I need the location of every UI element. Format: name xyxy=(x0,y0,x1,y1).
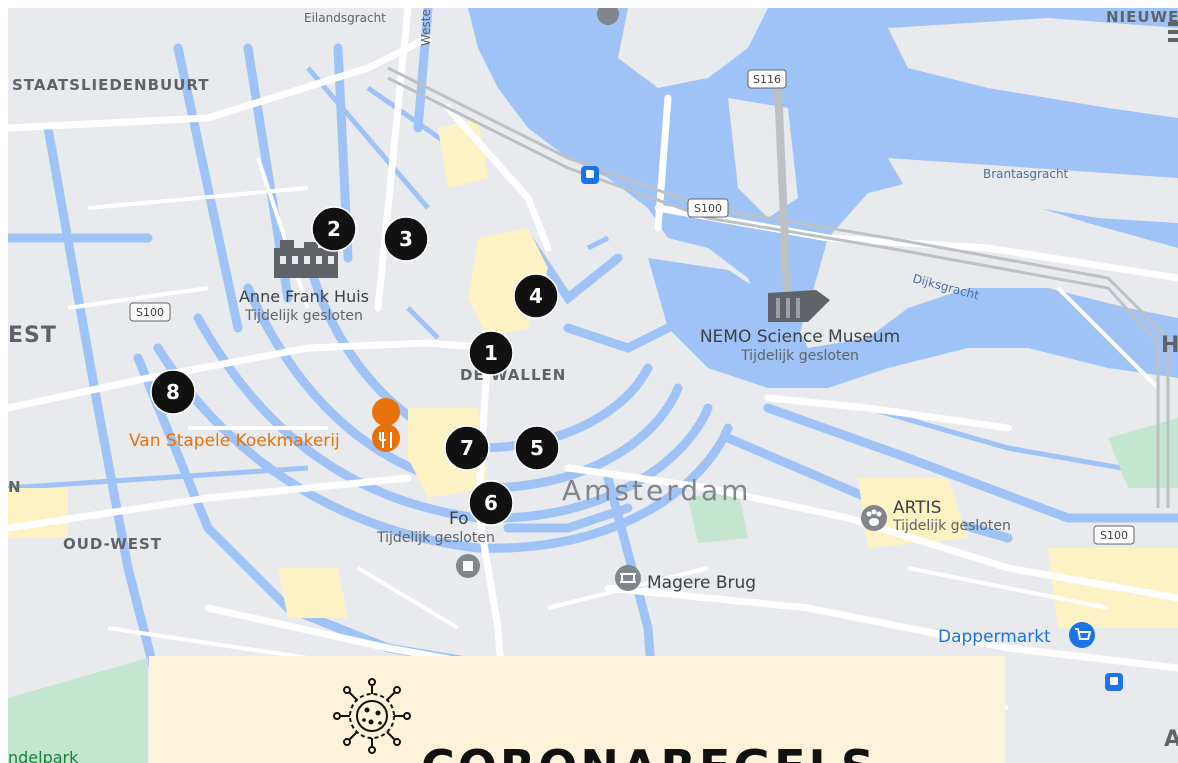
street-westerdok: Westerd xyxy=(419,8,433,46)
svg-text:1: 1 xyxy=(484,341,498,365)
district-a-edge: A xyxy=(1164,727,1178,752)
district-oud-west: OUD-WEST xyxy=(63,535,162,553)
vondelpark-label: ndelpark xyxy=(8,748,79,763)
marker-2[interactable]: 2 xyxy=(311,206,357,252)
artis-status: Tijdelijk gesloten xyxy=(892,518,1011,534)
district-h-edge: H xyxy=(1161,333,1178,358)
marker-3[interactable]: 3 xyxy=(383,216,429,262)
shopping-cart-icon xyxy=(1069,622,1095,648)
svg-text:4: 4 xyxy=(529,284,543,308)
svg-text:6: 6 xyxy=(484,491,498,515)
street-eilandsgracht: Eilandsgracht xyxy=(304,11,386,25)
marker-6[interactable]: 6 xyxy=(468,480,514,526)
svg-text:7: 7 xyxy=(460,436,474,460)
svg-text:S100: S100 xyxy=(136,306,164,319)
map-layers-icon[interactable] xyxy=(1168,22,1178,42)
district-n-edge: N xyxy=(8,478,22,496)
road-shield-s100-a: S100 xyxy=(687,198,729,218)
corona-rules-card: CORONAREGELS xyxy=(149,656,1005,763)
van-stapele-name: Van Stapele Koekmakerij xyxy=(129,431,340,451)
corona-rules-title: CORONAREGELS xyxy=(421,744,877,763)
foam-name: Fo xyxy=(449,509,469,529)
virus-icon xyxy=(333,678,411,754)
svg-text:S100: S100 xyxy=(1100,529,1128,542)
svg-text:2: 2 xyxy=(327,217,341,241)
road-shield-s100-b: S100 xyxy=(129,302,171,322)
marker-4[interactable]: 4 xyxy=(513,273,559,319)
marker-7[interactable]: 7 xyxy=(444,425,490,471)
dappermarkt-name: Dappermarkt xyxy=(938,627,1051,647)
marker-1[interactable]: 1 xyxy=(468,330,514,376)
foam-status: Tijdelijk gesloten xyxy=(376,530,495,546)
road-shield-s100-c: S100 xyxy=(1093,525,1135,545)
svg-text:S100: S100 xyxy=(694,202,722,215)
anne-frank-status: Tijdelijk gesloten xyxy=(244,308,363,324)
svg-text:5: 5 xyxy=(530,436,544,460)
svg-text:S116: S116 xyxy=(753,73,781,86)
road-shield-s116: S116 xyxy=(747,69,787,89)
city-name: Amsterdam xyxy=(562,474,751,507)
artis-name: ARTIS xyxy=(893,498,941,518)
train-station-icon[interactable] xyxy=(581,166,599,184)
district-nieuwe: NIEUWE xyxy=(1106,8,1178,26)
marker-8[interactable]: 8 xyxy=(150,369,196,415)
magere-brug-name: Magere Brug xyxy=(647,573,756,593)
map-view[interactable]: STAATSLIEDENBUURT EST OUD-WEST DE WALLEN… xyxy=(8,8,1178,763)
nemo-name: NEMO Science Museum xyxy=(700,327,900,347)
metro-station-icon[interactable] xyxy=(1105,673,1123,691)
street-brantasgracht: Brantasgracht xyxy=(983,167,1069,181)
district-staatsliedenbuurt: STAATSLIEDENBUURT xyxy=(12,76,210,94)
marker-5[interactable]: 5 xyxy=(514,425,560,471)
nemo-status: Tijdelijk gesloten xyxy=(740,348,859,364)
svg-text:3: 3 xyxy=(399,227,413,251)
district-west: EST xyxy=(8,323,57,348)
svg-text:8: 8 xyxy=(166,380,180,404)
bridge-pin-icon xyxy=(615,565,641,591)
anne-frank-name: Anne Frank Huis xyxy=(239,287,369,306)
